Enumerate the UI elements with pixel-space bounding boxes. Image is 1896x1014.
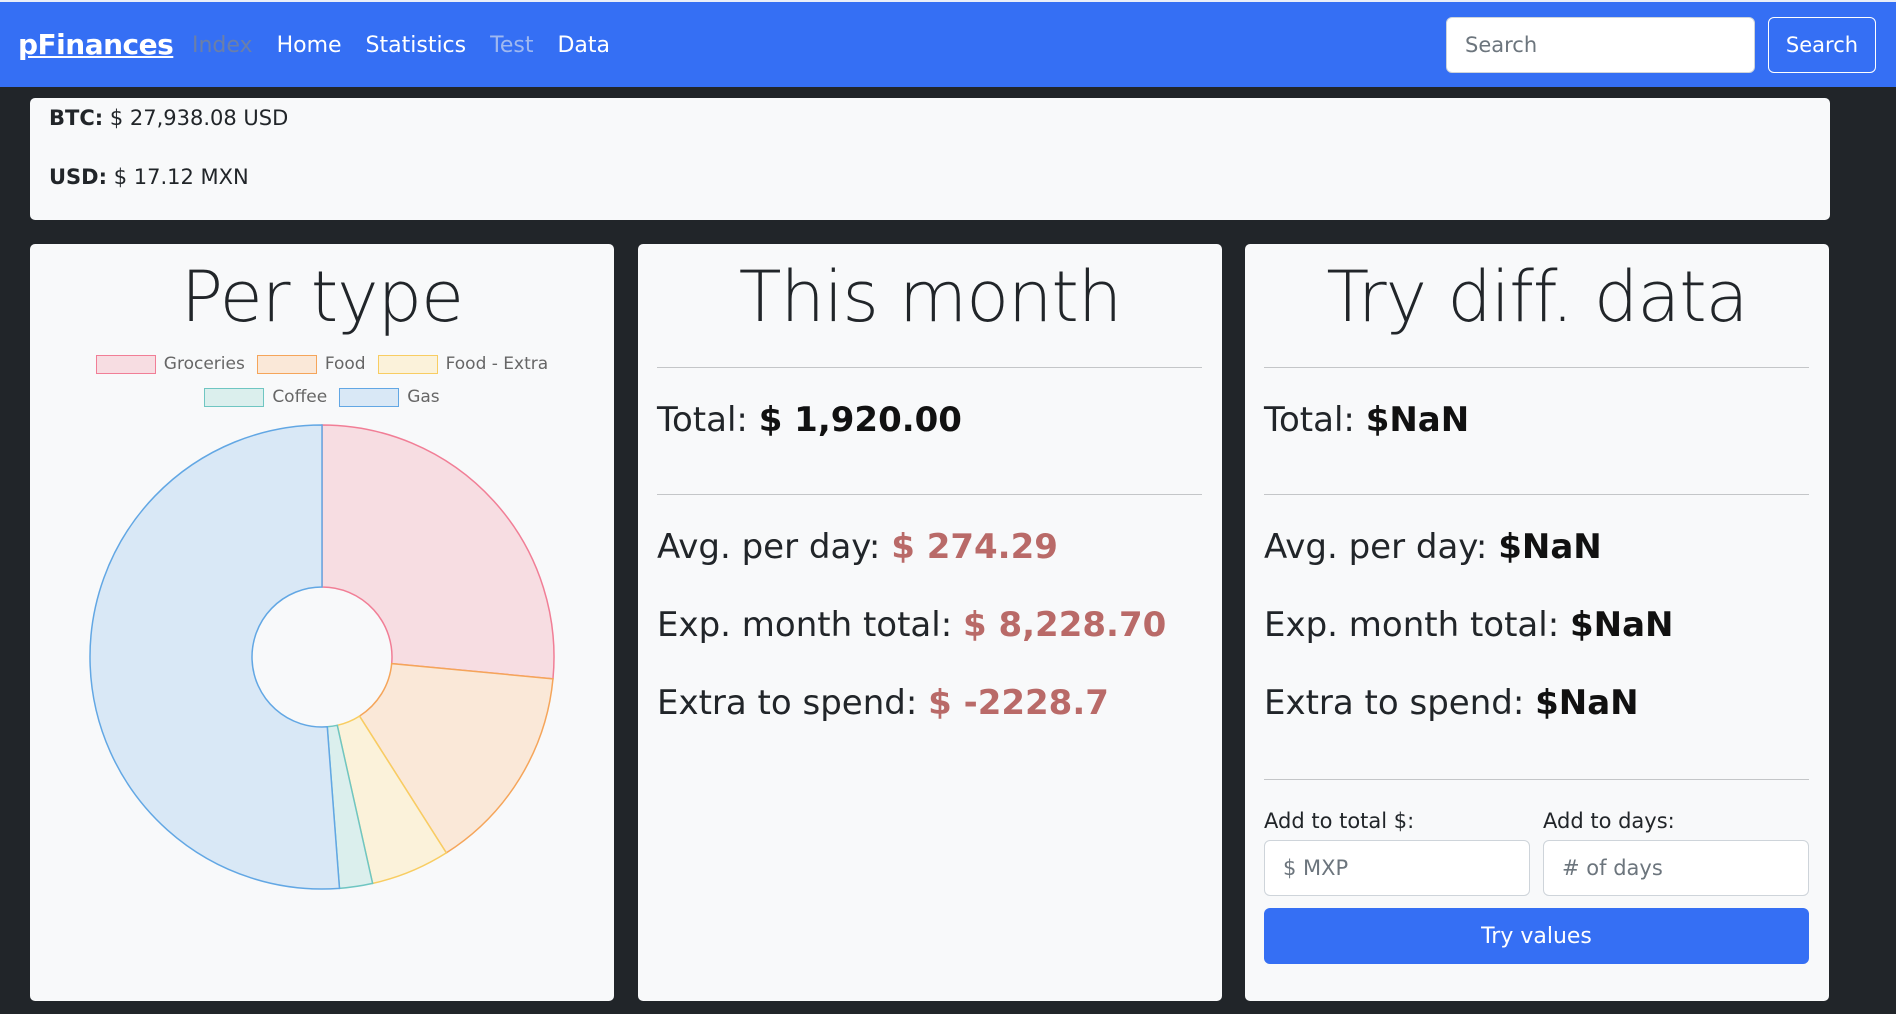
legend-swatch-gas <box>339 387 400 407</box>
try-total-value: $NaN <box>1365 400 1470 440</box>
try-extra-value: $NaN <box>1535 683 1639 723</box>
add-days-input[interactable] <box>1543 840 1809 896</box>
btc-price: BTC: $ 27,938.08 USD <box>49 106 288 130</box>
try-exp-value: $NaN <box>1569 605 1674 645</box>
btc-value: $ 27,938.08 USD <box>109 106 289 130</box>
usd-price: USD: $ 17.12 MXN <box>49 165 249 189</box>
legend-item-food-extra[interactable]: Food - Extra <box>377 354 549 374</box>
chart-legend-row-2: Coffee Gas <box>30 387 614 407</box>
doughnut-chart <box>89 424 555 890</box>
legend-swatch-coffee <box>204 387 265 407</box>
divider <box>657 367 1202 368</box>
add-days-label: Add to days: <box>1543 809 1675 833</box>
prices-card: BTC: $ 27,938.08 USD USD: $ 17.12 MXN <box>30 98 1830 220</box>
month-avg-label: Avg. per day: <box>657 527 881 567</box>
month-avg-value: $ 274.29 <box>891 527 1058 567</box>
divider <box>1264 367 1809 368</box>
legend-label-gas: Gas <box>407 387 440 407</box>
try-avg-value: $NaN <box>1498 527 1602 567</box>
nav-link-test[interactable]: Test <box>490 33 533 58</box>
legend-label-groceries: Groceries <box>163 354 245 374</box>
try-avg-stat: Avg. per day: $NaN <box>1264 527 1602 567</box>
try-exp-stat: Exp. month total: $NaN <box>1264 605 1674 645</box>
try-extra-label: Extra to spend: <box>1264 683 1525 723</box>
month-extra-stat: Extra to spend: $ -2228.7 <box>657 683 1109 723</box>
legend-label-food: Food <box>324 354 366 374</box>
try-avg-label: Avg. per day: <box>1264 527 1488 567</box>
month-total-stat: Total: $ 1,920.00 <box>657 400 962 440</box>
brand-link[interactable]: pFinances <box>18 28 174 61</box>
add-total-input[interactable] <box>1264 840 1530 896</box>
per-type-card: Per type Groceries Food Food - Extra Cof… <box>30 244 614 1001</box>
legend-item-gas[interactable]: Gas <box>339 387 440 407</box>
divider <box>1264 779 1809 780</box>
month-extra-label: Extra to spend: <box>657 683 918 723</box>
nav-links: Index Home Statistics Test Data <box>192 33 634 58</box>
this-month-title: This month <box>738 256 1123 338</box>
try-total-stat: Total: $NaN <box>1264 400 1469 440</box>
try-data-card: Try diff. data Total: $NaN Avg. per day:… <box>1245 244 1829 1001</box>
try-data-title: Try diff. data <box>1326 256 1748 338</box>
month-total-label: Total: <box>657 400 748 440</box>
legend-item-food[interactable]: Food <box>256 354 366 374</box>
pie-chart-wrap <box>87 422 557 896</box>
nav-link-index[interactable]: Index <box>192 33 253 58</box>
month-avg-stat: Avg. per day: $ 274.29 <box>657 527 1058 567</box>
nav-link-statistics[interactable]: Statistics <box>366 33 467 58</box>
navbar: pFinances Index Home Statistics Test Dat… <box>0 0 1896 87</box>
slice-groceries[interactable] <box>321 424 555 680</box>
legend-item-groceries[interactable]: Groceries <box>95 354 245 374</box>
nav-link-home[interactable]: Home <box>277 33 342 58</box>
try-values-button[interactable]: Try values <box>1264 908 1809 964</box>
divider <box>1264 494 1809 495</box>
try-total-label: Total: <box>1264 400 1355 440</box>
add-total-label: Add to total $: <box>1264 809 1415 833</box>
try-extra-stat: Extra to spend: $NaN <box>1264 683 1639 723</box>
usd-label: USD: <box>49 165 108 189</box>
legend-swatch-groceries <box>95 354 156 374</box>
search-button[interactable]: Search <box>1768 17 1876 73</box>
divider <box>657 494 1202 495</box>
month-extra-value: $ -2228.7 <box>928 683 1109 723</box>
search-input[interactable] <box>1446 17 1755 73</box>
legend-swatch-food <box>256 354 317 374</box>
legend-swatch-food-extra <box>377 354 438 374</box>
slice-gas[interactable] <box>89 424 341 890</box>
nav-link-data[interactable]: Data <box>557 33 610 58</box>
chart-legend-row-1: Groceries Food Food - Extra <box>30 354 614 374</box>
try-exp-label: Exp. month total: <box>1264 605 1560 645</box>
month-exp-label: Exp. month total: <box>657 605 953 645</box>
this-month-card: This month Total: $ 1,920.00 Avg. per da… <box>638 244 1222 1001</box>
btc-label: BTC: <box>49 106 104 130</box>
legend-label-food-extra: Food - Extra <box>445 354 549 374</box>
legend-label-coffee: Coffee <box>272 387 328 407</box>
usd-value: $ 17.12 MXN <box>113 165 249 189</box>
per-type-title: Per type <box>180 256 464 338</box>
month-exp-stat: Exp. month total: $ 8,228.70 <box>657 605 1166 645</box>
month-exp-value: $ 8,228.70 <box>962 605 1167 645</box>
month-total-value: $ 1,920.00 <box>758 400 962 440</box>
legend-item-coffee[interactable]: Coffee <box>204 387 327 407</box>
